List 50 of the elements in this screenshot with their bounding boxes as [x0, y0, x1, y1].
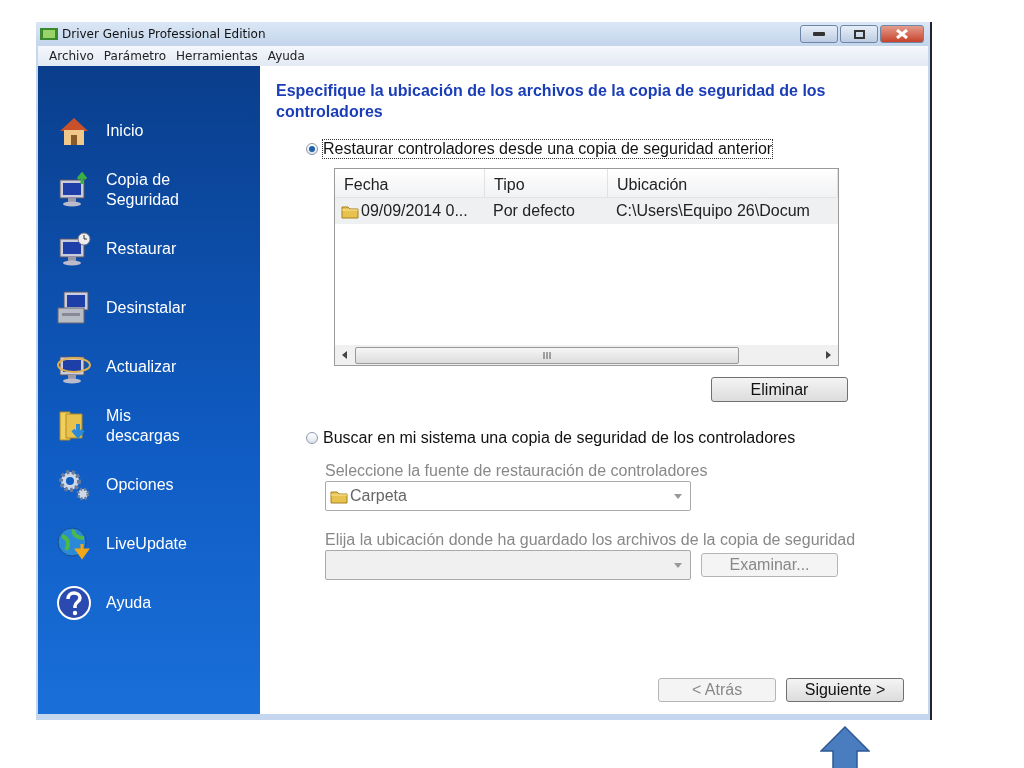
- radio-label[interactable]: Restaurar controladores desde una copia de seguridad anterior: [323, 140, 773, 158]
- sidebar-item[interactable]: Copia de Seguridad: [106, 169, 206, 210]
- folder-icon: [341, 203, 359, 219]
- close-icon: [896, 29, 908, 39]
- radio-label[interactable]: Buscar en mi sistema una copia de seguridad de los controladores: [323, 429, 796, 447]
- sidebar-item[interactable]: Ayuda: [106, 592, 206, 613]
- column-header[interactable]: Fecha: [335, 169, 485, 197]
- monitor-on-box-icon: [56, 289, 92, 326]
- globe-with-arrow-icon: [56, 525, 92, 562]
- folder-icon: [330, 488, 348, 504]
- grip-icon: [543, 351, 551, 359]
- table-cell: Por defecto: [493, 202, 575, 220]
- dropdown-value: Carpeta: [350, 487, 407, 505]
- maximize-button[interactable]: [840, 25, 878, 43]
- close-button[interactable]: [880, 25, 924, 43]
- minimize-button[interactable]: [800, 25, 838, 43]
- scroll-right-icon: [824, 351, 832, 359]
- sidebar-item[interactable]: LiveUpdate: [106, 533, 206, 554]
- menu-item[interactable]: Herramientas: [171, 49, 263, 63]
- menu-item[interactable]: Archivo: [44, 49, 99, 63]
- radio-button[interactable]: [306, 143, 318, 155]
- maximize-icon: [853, 29, 865, 39]
- window-title: Driver Genius Professional Edition: [62, 27, 267, 41]
- minimize-icon: [813, 32, 825, 36]
- scroll-thumb[interactable]: [355, 346, 739, 364]
- field-label: Seleccione la fuente de restauración de controladores: [325, 462, 709, 480]
- table-cell: C:\Users\Equipo 26\Docum: [616, 202, 810, 220]
- field-label: Elija la ubicación donde ha guardado los archivos de la copia de seguridad: [325, 531, 857, 549]
- scroll-left-icon: [341, 351, 349, 359]
- sidebar-item[interactable]: Actualizar: [106, 356, 206, 377]
- column-header[interactable]: Tipo: [485, 169, 608, 197]
- menu-item[interactable]: Parámetro: [98, 49, 171, 63]
- horizontal-scrollbar[interactable]: [335, 345, 838, 365]
- dropdown-arrow-icon: [674, 562, 682, 568]
- monitor-with-clock-icon: [56, 230, 92, 267]
- dropdown-arrow-icon: [674, 493, 682, 499]
- table-cell: 09/09/2014 0...: [361, 202, 468, 220]
- sidebar-item[interactable]: Opciones: [106, 474, 206, 495]
- sidebar-item[interactable]: Restaurar: [106, 238, 206, 259]
- radio-button[interactable]: [306, 432, 318, 444]
- delete-button[interactable]: Eliminar: [711, 377, 848, 402]
- help-icon: [56, 584, 92, 621]
- menu-item[interactable]: Ayuda: [262, 49, 310, 63]
- sidebar-item[interactable]: Desinstalar: [106, 297, 206, 318]
- next-button[interactable]: Siguiente >: [786, 678, 904, 702]
- page-heading: Especifique la ubicación de los archivos de la copia de seguridad de los controladores: [276, 81, 827, 122]
- sidebar-item[interactable]: Inicio: [106, 120, 206, 141]
- column-header[interactable]: Ubicación: [608, 169, 838, 197]
- app-icon: [40, 28, 58, 40]
- sidebar-item[interactable]: Mis descargas: [106, 405, 206, 446]
